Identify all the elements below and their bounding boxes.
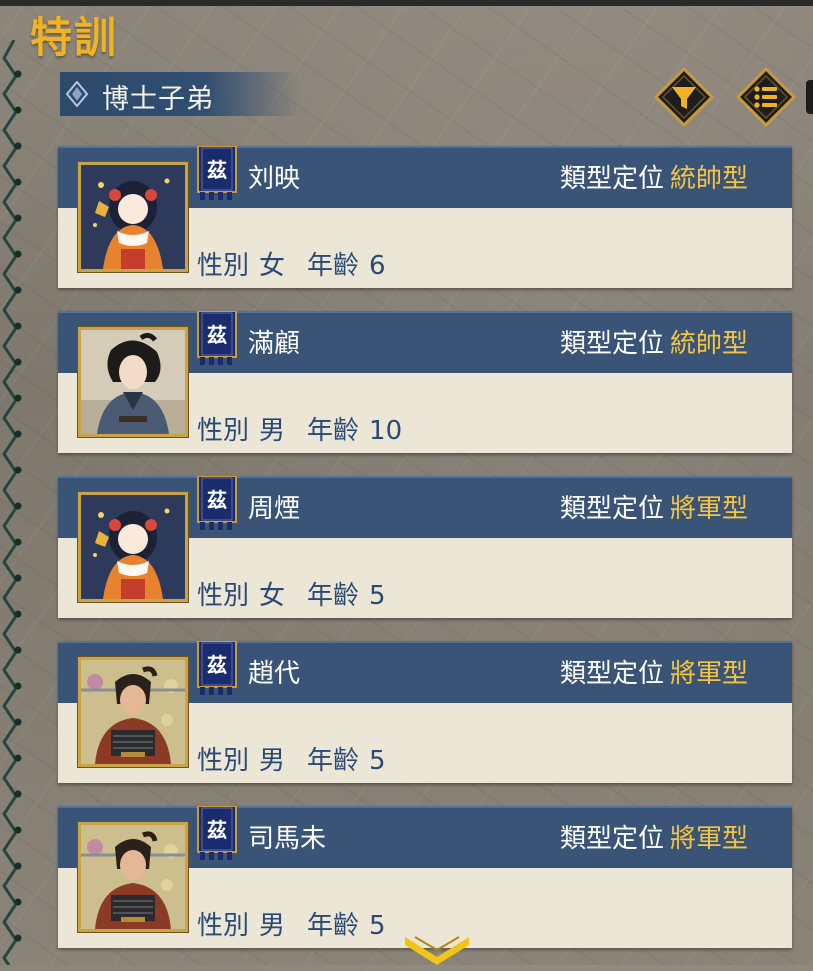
gender-label: 性別 (197, 416, 250, 446)
type-value: 統帥型 (669, 164, 748, 194)
student-card-5[interactable]: 茲 司馬未 類型定位 將軍型 性別男年齡 5 (58, 806, 792, 948)
age-value: 5 (369, 911, 386, 941)
student-card-4[interactable]: 茲 趙代 類型定位 將軍型 性別男年齡 5 (58, 641, 792, 783)
student-card-2[interactable]: 茲 滿顧 類型定位 統帥型 性別男年齡 10 (58, 311, 792, 453)
gender-label: 性別 (197, 911, 250, 941)
age-value: 10 (369, 416, 403, 446)
student-info: 性別男年齡 5 (197, 905, 396, 942)
screen-title: 特訓 (30, 13, 119, 62)
student-list: 茲 刘映 類型定位 統帥型 性別女年齡 6 茲 滿顧 類型定位 統帥型 性別 男… (58, 146, 792, 971)
banner-character: 茲 (207, 653, 227, 677)
gender-value: 女 (259, 251, 286, 281)
type-value: 統帥型 (669, 329, 748, 359)
student-portrait (78, 162, 188, 272)
student-portrait (78, 822, 188, 932)
type-position: 類型定位 統帥型 (560, 323, 748, 360)
banner-character: 茲 (207, 323, 227, 347)
list-view-button[interactable] (736, 67, 796, 127)
type-label: 類型定位 (559, 164, 664, 194)
gender-label: 性別 (197, 581, 250, 611)
student-name: 刘映 (248, 164, 301, 194)
type-value: 將軍型 (669, 494, 748, 524)
academy-banner: 茲 (196, 311, 238, 365)
top-bar (0, 0, 813, 6)
academy-banner: 茲 (196, 806, 238, 860)
chevron-down-icon[interactable] (403, 935, 471, 965)
student-card-1[interactable]: 茲 刘映 類型定位 統帥型 性別女年齡 6 (58, 146, 792, 288)
section-header: 博士子弟 (60, 72, 300, 116)
student-info: 性別男年齡 5 (197, 740, 396, 777)
student-name: 周煙 (248, 494, 301, 524)
age-label: 年齡 (307, 581, 360, 611)
gender-value: 男 (259, 746, 286, 776)
banner-character: 茲 (207, 488, 227, 512)
side-panel-tab[interactable] (806, 80, 813, 114)
student-info: 性別女年齡 5 (197, 575, 396, 612)
stitched-border (0, 40, 26, 965)
gender-value: 女 (259, 581, 286, 611)
academy-banner: 茲 (196, 146, 238, 200)
student-name: 司馬未 (248, 824, 327, 854)
gender-value: 男 (259, 416, 286, 446)
section-title: 博士子弟 (102, 84, 214, 115)
student-name: 趙代 (248, 659, 301, 689)
student-info: 性別女年齡 6 (197, 245, 396, 282)
age-label: 年齡 (307, 416, 360, 446)
gender-value: 男 (259, 911, 286, 941)
student-card-3[interactable]: 茲 周煙 類型定位 將軍型 性別女年齡 5 (58, 476, 792, 618)
type-label: 類型定位 (559, 824, 664, 854)
filter-icon (654, 67, 714, 127)
type-label: 類型定位 (559, 329, 664, 359)
academy-banner: 茲 (196, 476, 238, 530)
banner-character: 茲 (207, 818, 227, 842)
student-name: 滿顧 (248, 329, 301, 359)
type-position: 類型定位 將軍型 (560, 488, 748, 525)
academy-banner: 茲 (196, 641, 238, 695)
student-portrait (78, 492, 188, 602)
type-value: 將軍型 (669, 659, 748, 689)
age-label: 年齡 (307, 746, 360, 776)
age-label: 年齡 (307, 911, 360, 941)
student-info: 性別男年齡 10 (197, 410, 412, 447)
age-label: 年齡 (307, 251, 360, 281)
type-value: 將軍型 (669, 824, 748, 854)
gender-label: 性別 (197, 746, 250, 776)
type-position: 類型定位 將軍型 (560, 653, 748, 690)
age-value: 5 (369, 581, 386, 611)
type-position: 類型定位 統帥型 (560, 158, 748, 195)
list-icon (736, 67, 796, 127)
student-portrait (78, 327, 188, 437)
type-label: 類型定位 (559, 494, 664, 524)
type-label: 類型定位 (559, 659, 664, 689)
age-value: 5 (369, 746, 386, 776)
filter-button[interactable] (654, 67, 714, 127)
age-value: 6 (369, 251, 386, 281)
type-position: 類型定位 將軍型 (560, 818, 748, 855)
gender-label: 性別 (197, 251, 250, 281)
diamond-icon (66, 81, 88, 107)
student-portrait (78, 657, 188, 767)
banner-character: 茲 (207, 158, 227, 182)
